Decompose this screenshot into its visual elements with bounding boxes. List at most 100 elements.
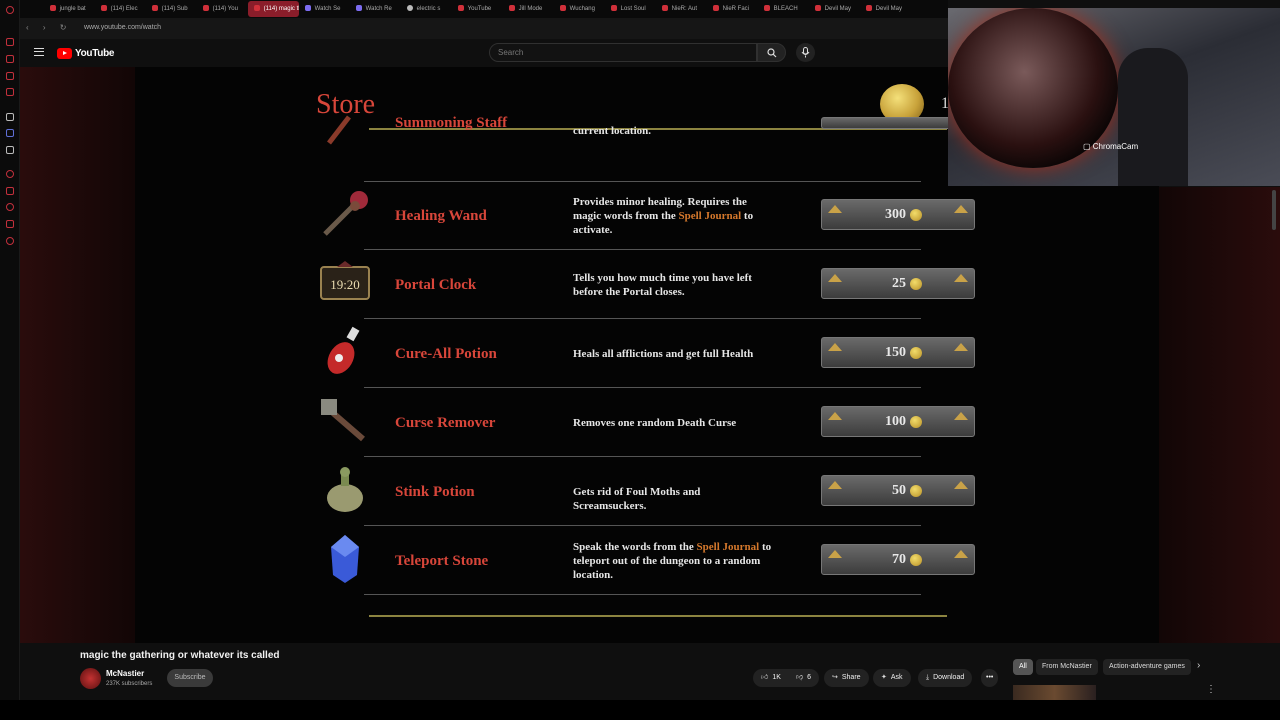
arrow-left-icon[interactable] xyxy=(828,343,842,351)
download-button[interactable]: ⤓ Download xyxy=(918,669,973,687)
sidebar-app-icon[interactable] xyxy=(6,88,14,96)
chip-from-channel[interactable]: From McNastier xyxy=(1036,659,1098,675)
price-box[interactable]: 25 xyxy=(821,268,975,299)
sidebar-app-icon[interactable] xyxy=(6,170,14,178)
store-item-row[interactable]: Stink Potion Gets rid of Foul Moths and S… xyxy=(315,458,985,526)
subscribe-button[interactable]: Subscribe xyxy=(167,669,213,687)
youtube-logo[interactable]: YouTube xyxy=(57,46,115,60)
browser-tab[interactable]: Lost Soul xyxy=(605,1,656,17)
arrow-left-icon[interactable] xyxy=(828,205,842,213)
browser-tab[interactable]: Watch Re xyxy=(350,1,401,17)
price-box[interactable]: 100 xyxy=(821,406,975,437)
arrow-right-icon[interactable] xyxy=(954,481,968,489)
browser-tab[interactable]: Devil May xyxy=(809,1,860,17)
search-input[interactable]: Search xyxy=(489,43,757,62)
sidebar-x-icon[interactable] xyxy=(6,146,14,154)
browser-tab[interactable]: (114) You xyxy=(197,1,248,17)
arrow-right-icon[interactable] xyxy=(954,205,968,213)
item-price: 150 xyxy=(885,345,906,360)
price-box[interactable]: 300 xyxy=(821,199,975,230)
store-item-row[interactable]: Teleport Stone Speak the words from the S… xyxy=(315,527,985,595)
sidebar-app-icon[interactable] xyxy=(6,113,14,121)
tab-favicon-icon xyxy=(661,5,668,12)
youtube-play-icon xyxy=(57,47,72,59)
browser-tab[interactable]: Jill Mode xyxy=(503,1,554,17)
tab-favicon-icon xyxy=(457,5,464,12)
browser-tab[interactable]: (114) magic th xyxy=(247,1,299,17)
browser-logo-icon[interactable] xyxy=(6,6,14,14)
browser-tab[interactable]: YouTube xyxy=(452,1,503,17)
nav-buttons[interactable]: ‹ › ↻ xyxy=(26,23,72,32)
arrow-left-icon[interactable] xyxy=(828,550,842,558)
page-scrollbar[interactable] xyxy=(1272,190,1276,230)
sidebar-app-icon[interactable] xyxy=(6,38,14,46)
browser-tab[interactable]: Wuchang xyxy=(554,1,605,17)
sidebar-app-icon[interactable] xyxy=(6,187,14,195)
item-price: 100 xyxy=(885,414,906,429)
browser-tab[interactable]: Watch Se xyxy=(299,1,350,17)
item-name: Healing Wand xyxy=(395,208,487,224)
item-name: Curse Remover xyxy=(395,415,496,431)
channel-name[interactable]: McNastier xyxy=(106,669,144,678)
browser-tab[interactable]: Devil May xyxy=(860,1,911,17)
share-button[interactable]: ↪ Share xyxy=(824,669,869,687)
browser-tab[interactable]: (114) Sub xyxy=(146,1,197,17)
voice-search-button[interactable] xyxy=(796,43,815,62)
browser-tab[interactable]: BLEACH xyxy=(758,1,809,17)
arrow-left-icon[interactable] xyxy=(828,481,842,489)
staff-icon xyxy=(319,113,371,165)
sidebar-app-icon[interactable] xyxy=(6,129,14,137)
item-description: current location. xyxy=(573,125,652,137)
channel-avatar[interactable] xyxy=(80,668,101,689)
ask-button[interactable]: ✦ Ask xyxy=(873,669,911,687)
browser-tab[interactable]: electric s xyxy=(401,1,452,17)
item-name: Teleport Stone xyxy=(395,553,489,569)
coin-icon xyxy=(910,209,922,221)
more-options-icon[interactable]: ⋮ xyxy=(1206,684,1216,695)
browser-tab[interactable]: jungle bat xyxy=(44,1,95,17)
chip-action-adventure[interactable]: Action-adventure games xyxy=(1103,659,1191,675)
subscriber-count: 237K subscribers xyxy=(106,681,153,687)
crystal-icon xyxy=(319,533,371,585)
store-item-row[interactable]: Healing Wand Provides minor healing. Requ… xyxy=(315,182,985,250)
window-controls[interactable] xyxy=(20,0,42,18)
sidebar-app-icon[interactable] xyxy=(6,55,14,63)
store-item-row[interactable]: 19:20 Portal Clock Tells you how much time… xyxy=(315,251,985,319)
chevron-right-icon[interactable]: › xyxy=(1197,660,1200,671)
browser-tab[interactable]: (114) Elec xyxy=(95,1,146,17)
arrow-right-icon[interactable] xyxy=(954,550,968,558)
tab-title: Watch Se xyxy=(314,6,341,12)
price-box[interactable]: 70 xyxy=(821,544,975,575)
sidebar-app-icon[interactable] xyxy=(6,72,14,80)
browser-tab[interactable]: NieR Faci xyxy=(707,1,758,17)
item-price: 50 xyxy=(892,483,906,498)
sidebar-app-icon[interactable] xyxy=(6,220,14,228)
browser-tab[interactable]: NieR: Aut xyxy=(656,1,707,17)
store-item-row[interactable]: Summoning Staff current location. xyxy=(315,115,985,182)
dislike-button[interactable]: 👎︎ 6 xyxy=(788,669,820,687)
store-item-row[interactable]: Cure-All Potion Heals all afflictions and… xyxy=(315,320,985,388)
store-item-row[interactable]: Curse Remover Removes one random Death Cu… xyxy=(315,389,985,457)
tab-title: BLEACH xyxy=(773,6,798,12)
recommended-thumbnail[interactable] xyxy=(1013,685,1096,700)
price-box[interactable]: 150 xyxy=(821,337,975,368)
more-actions-button[interactable]: ••• xyxy=(981,669,999,687)
search-button[interactable] xyxy=(757,43,786,62)
menu-icon[interactable] xyxy=(34,48,44,56)
price-box[interactable]: 50 xyxy=(821,475,975,506)
chip-all[interactable]: All xyxy=(1013,659,1033,675)
sidebar-app-icon[interactable] xyxy=(6,203,14,211)
tab-favicon-icon xyxy=(49,5,56,12)
tab-title: Lost Soul xyxy=(620,6,646,12)
arrow-left-icon[interactable] xyxy=(828,274,842,282)
arrow-right-icon[interactable] xyxy=(954,412,968,420)
tab-title: YouTube xyxy=(467,6,492,12)
sidebar-settings-icon[interactable] xyxy=(6,237,14,245)
arrow-right-icon[interactable] xyxy=(954,343,968,351)
tab-favicon-icon xyxy=(355,5,362,12)
url-text[interactable]: www.youtube.com/watch xyxy=(84,24,161,31)
like-button[interactable]: 👍︎ 1K xyxy=(753,669,789,687)
arrow-right-icon[interactable] xyxy=(954,274,968,282)
arrow-left-icon[interactable] xyxy=(828,412,842,420)
row-divider xyxy=(364,594,921,595)
